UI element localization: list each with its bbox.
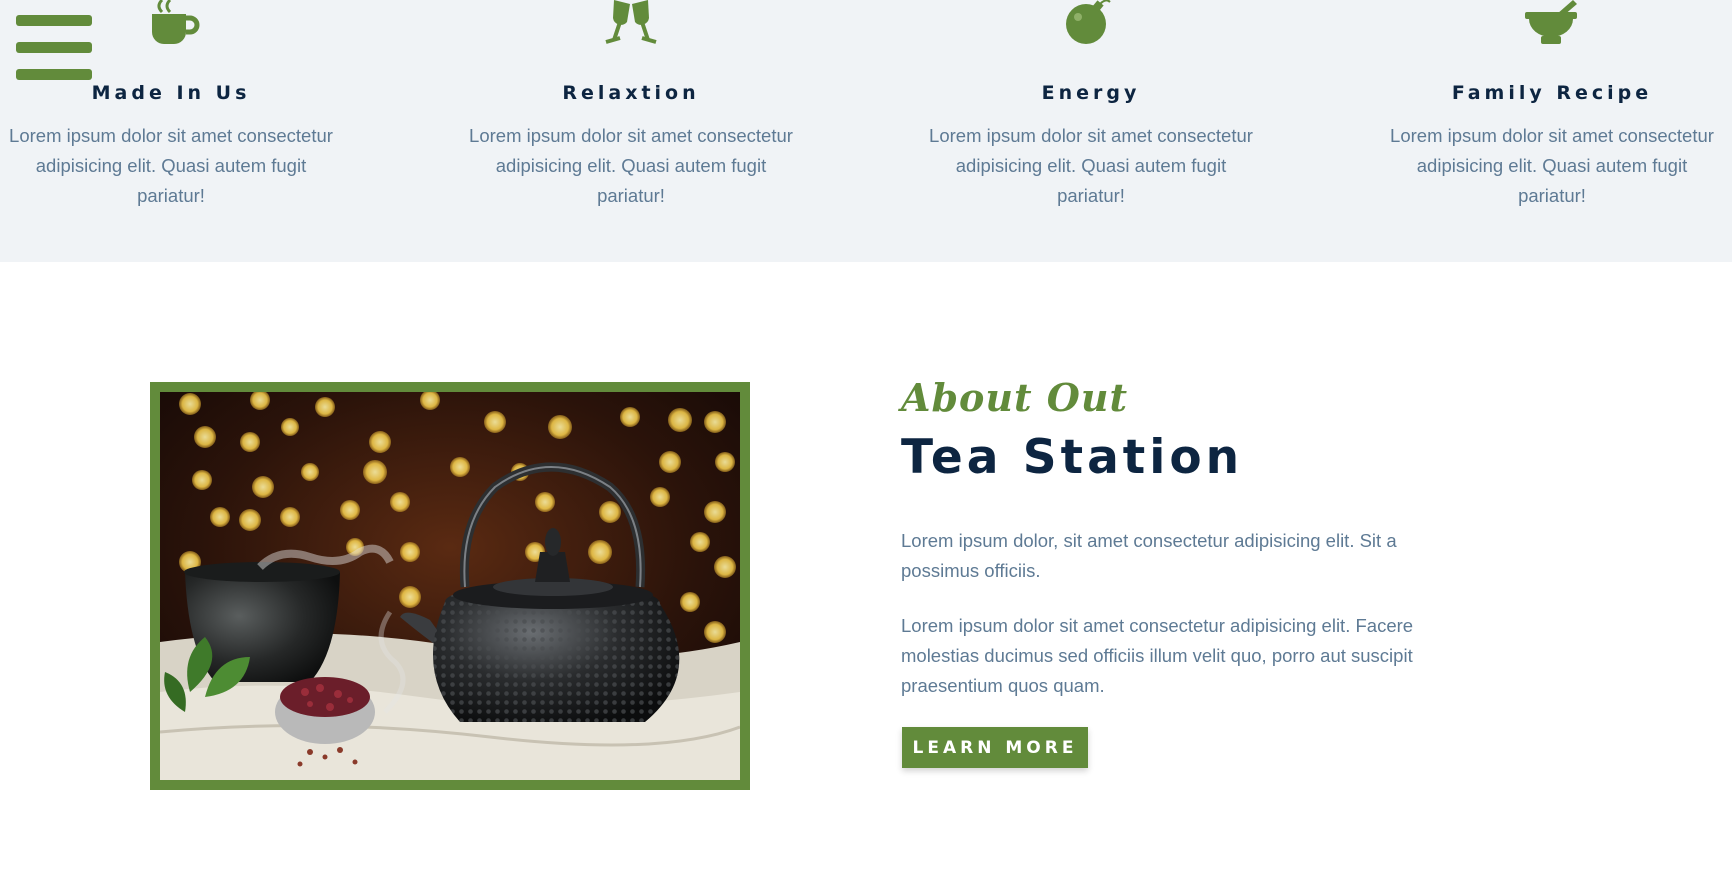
mortar-pestle-icon [1525, 0, 1577, 44]
feature-title: Made In Us [91, 82, 251, 104]
feature-text: Lorem ipsum dolor sit amet consectetur a… [1390, 125, 1714, 206]
about-script-heading: About Out [901, 375, 1129, 420]
hamburger-bar [16, 69, 92, 80]
about-paragraph-2: Lorem ipsum dolor sit amet consectetur a… [901, 615, 1414, 696]
feature-title: Relaxtion [562, 82, 700, 104]
hamburger-bar [16, 15, 92, 26]
about-image-frame [150, 382, 750, 790]
feature-text: Lorem ipsum dolor sit amet consectetur a… [9, 125, 333, 206]
bomb-icon [1066, 0, 1111, 44]
about-paragraph-1: Lorem ipsum dolor, sit amet consectetur … [901, 530, 1397, 581]
toasting-glasses-icon [605, 0, 657, 44]
hamburger-menu-icon[interactable] [16, 15, 92, 81]
teapot-and-tea-cup-photo [160, 392, 740, 780]
learn-more-button[interactable]: LEARN MORE [902, 727, 1088, 768]
about-title: Tea Station [901, 430, 1244, 485]
feature-title: Family Recipe [1451, 82, 1653, 104]
hamburger-bar [16, 42, 92, 53]
coffee-cup-icon [152, 0, 200, 44]
feature-text: Lorem ipsum dolor sit amet consectetur a… [929, 125, 1253, 206]
features-section: Made In Us Lorem ipsum dolor sit amet co… [0, 0, 1732, 262]
teapot-photo-illustration [160, 392, 740, 780]
feature-text: Lorem ipsum dolor sit amet consectetur a… [469, 125, 793, 206]
feature-title: Energy [1041, 82, 1141, 104]
